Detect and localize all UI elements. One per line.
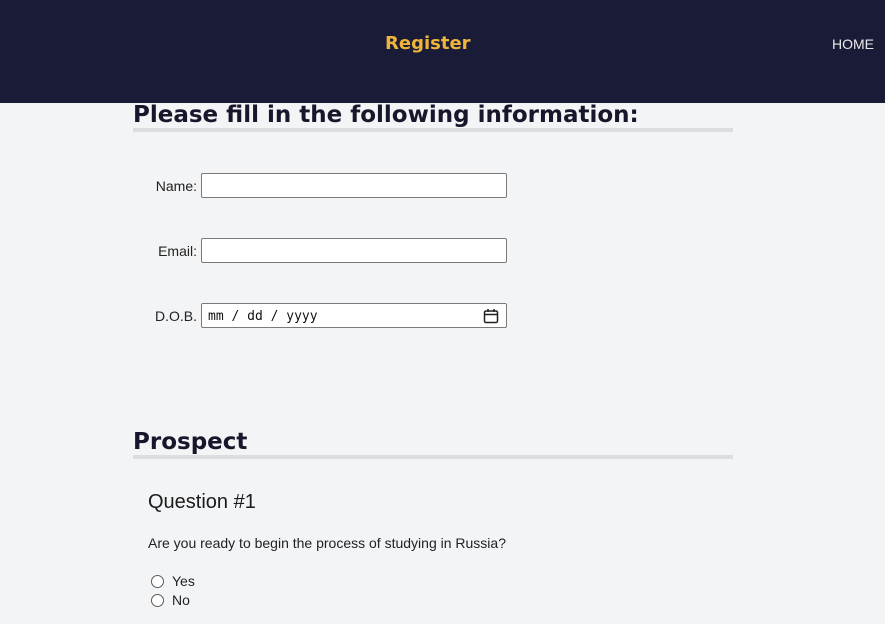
radio-label: No bbox=[172, 592, 190, 608]
email-input[interactable] bbox=[202, 239, 506, 262]
radio-button[interactable] bbox=[151, 594, 164, 607]
calendar-icon[interactable] bbox=[483, 308, 499, 324]
question-text: Are you ready to begin the process of st… bbox=[148, 535, 506, 551]
dob-row: D.O.B. mm / dd / yyyy bbox=[133, 303, 513, 329]
email-field[interactable] bbox=[201, 238, 507, 263]
name-label: Name: bbox=[155, 178, 197, 194]
dob-date-field[interactable]: mm / dd / yyyy bbox=[201, 303, 507, 328]
nav-home-link[interactable]: HOME bbox=[832, 36, 874, 52]
name-row: Name: bbox=[133, 173, 513, 199]
email-row: Email: bbox=[133, 238, 513, 264]
question-title: Question #1 bbox=[148, 491, 256, 513]
dob-placeholder: mm / dd / yyyy bbox=[208, 309, 318, 324]
radio-label: Yes bbox=[172, 573, 195, 589]
name-field[interactable] bbox=[201, 173, 507, 198]
radio-button[interactable] bbox=[151, 575, 164, 588]
prospect-section-title: Prospect bbox=[133, 429, 733, 459]
top-header: Register HOME bbox=[0, 0, 885, 103]
dob-label: D.O.B. bbox=[154, 308, 197, 324]
info-section-title: Please fill in the following information… bbox=[133, 102, 733, 132]
email-label: Email: bbox=[158, 243, 197, 259]
page-title: Register bbox=[385, 33, 471, 54]
name-input[interactable] bbox=[202, 174, 506, 197]
